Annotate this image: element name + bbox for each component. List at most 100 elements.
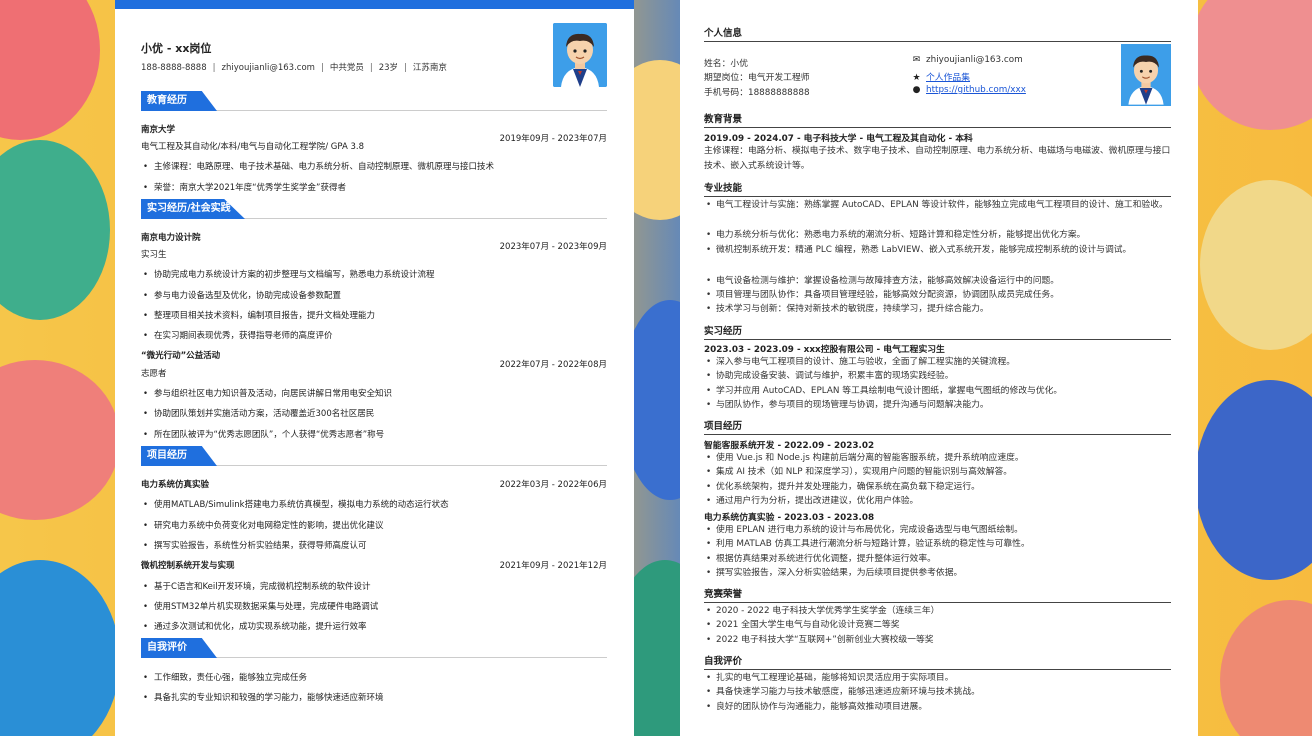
list-item: 使用STM32单片机实现数据采集与处理，完成硬件电路调试 — [143, 600, 378, 612]
avatar — [553, 23, 607, 87]
section-skills: 专业技能 — [704, 180, 1171, 197]
list-item: 撰写实验报告，系统性分析实验结果，获得导师高度认可 — [143, 539, 367, 551]
section-title: 教育经历 — [141, 91, 217, 111]
list-item: 优化系统架构，提升并发处理能力，确保系统在高负载下稳定运行。 — [706, 480, 1171, 495]
avatar — [1121, 44, 1171, 106]
list-item: 与团队协作，参与项目的现场管理与协调，提升沟通与问题解决能力。 — [706, 398, 1171, 413]
internship-heading: 2023.03 - 2023.09 - xxx控股有限公司 - 电气工程实习生 — [704, 345, 945, 355]
decor-blob — [1220, 600, 1312, 736]
resume-name: 小优 - xx岗位 — [141, 42, 212, 55]
section-education: 教育经历 — [141, 91, 607, 111]
role: 志愿者 — [141, 369, 167, 379]
section-project: 项目经历 — [704, 418, 1171, 435]
list-item: 通过多次测试和优化，成功实现系统功能，提升运行效率 — [143, 620, 367, 632]
list-item: 协助完成电力系统设计方案的初步整理与文档编写，熟悉电力系统设计流程 — [143, 268, 435, 280]
school-name: 南京大学 — [141, 125, 176, 135]
education-major: 电气工程及其自动化/本科/电气与自动化工程学院/ GPA 3.8 — [141, 142, 364, 152]
section-self-eval: 自我评价 — [141, 638, 607, 658]
github-icon: ● — [912, 85, 921, 95]
contact-party: 中共党员 — [329, 63, 364, 73]
personal-phone: 手机号码：18888888888 — [704, 88, 810, 98]
github-link[interactable]: https://github.com/xxx — [926, 85, 1026, 95]
education-date: 2019年09月 - 2023年07月 — [499, 134, 607, 144]
list-item: 主修课程：电路原理、电子技术基础、电力系统分析、自动控制原理、微机原理与接口技术 — [143, 160, 494, 172]
section-awards: 竞赛荣誉 — [704, 586, 1171, 603]
section-title: 自我评价 — [141, 638, 217, 658]
portfolio-link[interactable]: 个人作品集 — [926, 73, 970, 83]
education-courses: 主修课程：电路分析、模拟电子技术、数字电子技术、自动控制原理、电力系统分析、电磁… — [704, 146, 1171, 171]
education-heading: 2019.09 - 2024.07 - 电子科技大学 - 电气工程及其自动化 -… — [704, 134, 973, 144]
contact-location: 江苏南京 — [412, 63, 447, 73]
decor-blob — [1195, 380, 1312, 580]
list-item: 扎实的电气工程理论基础，能够将知识灵活应用于实际项目。 — [706, 671, 1171, 686]
project-date: 2022年03月 - 2022年06月 — [499, 480, 607, 490]
section-internship: 实习经历/社会实践 — [141, 199, 607, 219]
star-icon: ★ — [912, 73, 921, 83]
list-item: 2020 - 2022 电子科技大学优秀学生奖学金（连续三年） — [706, 604, 1171, 619]
list-item: 电力系统分析与优化：熟悉电力系统的潮流分析、短路计算和稳定性分析，能够提出优化方… — [706, 228, 1171, 243]
decor-blob — [0, 140, 110, 320]
personal-position: 期望岗位：电气开发工程师 — [704, 73, 810, 83]
section-internship: 实习经历 — [704, 323, 1171, 340]
decor-blob — [0, 0, 100, 140]
project-heading: 智能客服系统开发 - 2022.09 - 2023.02 — [704, 441, 875, 451]
resume-page-left: 小优 - xx岗位 188-8888-8888 | zhiyoujianli@163… — [115, 0, 634, 736]
top-accent-bar — [115, 0, 634, 9]
personal-email: zhiyoujianli@163.com — [926, 55, 1023, 65]
resume-page-right: 个人信息 姓名：小优 期望岗位：电气开发工程师 手机号码：18888888888… — [680, 0, 1198, 736]
list-item: 基于C语言和Keil开发环境，完成微机控制系统的软件设计 — [143, 580, 371, 592]
list-item: 协助完成设备安装、调试与维护，积累丰富的现场实践经验。 — [706, 369, 1171, 384]
list-item: 具备快速学习能力与技术敏感度，能够迅速适应新环境与技术挑战。 — [706, 685, 1171, 700]
contact-email: zhiyoujianli@163.com — [221, 63, 315, 73]
contact-phone: 188-8888-8888 — [141, 63, 207, 73]
list-item: 协助团队策划并实施活动方案，活动覆盖近300名社区居民 — [143, 407, 374, 419]
list-item: 在实习期间表现优秀，获得指导老师的高度评价 — [143, 329, 333, 341]
list-item: 研究电力系统中负荷变化对电网稳定性的影响，提出优化建议 — [143, 519, 384, 531]
section-title: 项目经历 — [141, 446, 217, 466]
decor-blob — [1190, 0, 1312, 130]
personal-portfolio-row: ★ 个人作品集 — [911, 70, 970, 83]
section-personal: 个人信息 — [704, 25, 1171, 42]
list-item: 根据仿真结果对系统进行优化调整，提升整体运行效率。 — [706, 552, 1171, 567]
envelope-icon: ✉ — [912, 55, 921, 65]
list-item: 所在团队被评为“优秀志愿团队”，个人获得“优秀志愿者”称号 — [143, 428, 384, 440]
list-item: 2022 电子科技大学“互联网+”创新创业大赛校级一等奖 — [706, 633, 1171, 648]
personal-email-row: ✉ zhiyoujianli@163.com — [911, 55, 1023, 65]
org-name: 南京电力设计院 — [141, 233, 201, 243]
section-self-eval: 自我评价 — [704, 653, 1171, 670]
list-item: 工作细致，责任心强，能够独立完成任务 — [143, 671, 307, 683]
decor-blob — [1200, 180, 1312, 350]
contact-age: 23岁 — [378, 63, 399, 73]
list-item: 使用 EPLAN 进行电力系统的设计与布局优化，完成设备选型与电气图纸绘制。 — [706, 523, 1171, 538]
internship-date: 2023年07月 - 2023年09月 — [499, 242, 607, 252]
list-item: 良好的团队协作与沟通能力，能够高效推动项目进展。 — [706, 700, 1171, 715]
list-item: 微机控制系统开发：精通 PLC 编程，熟悉 LabVIEW、嵌入式系统开发，能够… — [706, 243, 1171, 258]
section-project: 项目经历 — [141, 446, 607, 466]
contact-line: 188-8888-8888 | zhiyoujianli@163.com | 中共党员 |… — [141, 63, 447, 73]
list-item: 参与电力设备选型及优化，协助完成设备参数配置 — [143, 289, 341, 301]
list-item: 学习并应用 AutoCAD、EPLAN 等工具绘制电气设计图纸，掌握电气图纸的修… — [706, 384, 1171, 399]
list-item: 电气工程设计与实施：熟练掌握 AutoCAD、EPLAN 等设计软件，能够独立完… — [706, 198, 1171, 213]
personal-name: 姓名：小优 — [704, 59, 748, 69]
project-date: 2021年09月 - 2021年12月 — [499, 561, 607, 571]
section-title: 实习经历/社会实践 — [141, 199, 245, 219]
project-heading: 电力系统仿真实验 - 2023.03 - 2023.08 — [704, 513, 875, 523]
list-item: 集成 AI 技术（如 NLP 和深度学习），实现用户问题的智能识别与高效解答。 — [706, 465, 1171, 480]
org-name: “微光行动”公益活动 — [141, 351, 221, 361]
list-item: 具备扎实的专业知识和较强的学习能力，能够快速适应新环境 — [143, 691, 384, 703]
list-item: 整理项目相关技术资料，编制项目报告，提升文档处理能力 — [143, 309, 375, 321]
list-item: 参与组织社区电力知识普及活动，向居民讲解日常用电安全知识 — [143, 387, 392, 399]
list-item: 电气设备检测与维护：掌握设备检测与故障排查方法，能够高效解决设备运行中的问题。 — [706, 274, 1171, 289]
project-name: 微机控制系统开发与实现 — [141, 561, 235, 571]
list-item: 技术学习与创新：保持对新技术的敏锐度，持续学习，提升综合能力。 — [706, 302, 1171, 317]
list-item: 通过用户行为分析，提出改进建议，优化用户体验。 — [706, 494, 1171, 509]
role: 实习生 — [141, 250, 167, 260]
list-item: 荣誉：南京大学2021年度“优秀学生奖学金”获得者 — [143, 181, 346, 193]
list-item: 2021 全国大学生电气与自动化设计竞赛二等奖 — [706, 618, 1171, 633]
list-item: 深入参与电气工程项目的设计、施工与验收，全面了解工程实施的关键流程。 — [706, 355, 1171, 370]
list-item: 撰写实验报告，深入分析实验结果，为后续项目提供参考依据。 — [706, 566, 1171, 581]
section-education: 教育背景 — [704, 111, 1171, 128]
decor-blob — [0, 560, 120, 736]
list-item: 利用 MATLAB 仿真工具进行潮流分析与短路计算，验证系统的稳定性与可靠性。 — [706, 537, 1171, 552]
internship-date: 2022年07月 - 2022年08月 — [499, 360, 607, 370]
